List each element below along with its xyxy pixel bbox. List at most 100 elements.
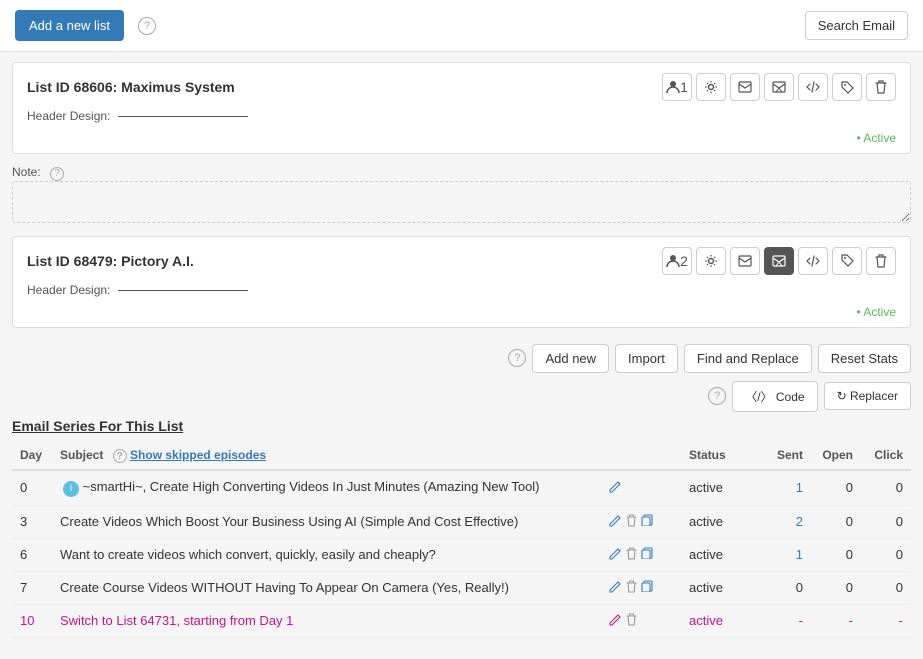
active-badge-1: Active [13,305,910,327]
row-2-open: 0 [811,538,861,571]
code-icon-0[interactable] [798,73,828,101]
add-new-list-button[interactable]: Add a new list [15,10,124,41]
row-2-edit-icon[interactable] [609,547,622,563]
tag-icon-1[interactable] [832,247,862,275]
resetStats-button[interactable]: Reset Stats [818,344,911,373]
envelope-icon-1[interactable] [764,247,794,275]
row-0-day: 0 [12,470,52,505]
row-3-copy-icon[interactable] [641,580,653,595]
row-4-subject-link[interactable]: Switch to List 64731, starting from Day … [60,613,293,628]
row-0-sent-link[interactable]: 1 [796,480,803,495]
row-1-click: 0 [861,505,911,538]
row-2-subject: Want to create videos which convert, qui… [52,538,601,571]
note-label: Note: ? [12,165,64,179]
row-1-copy-icon[interactable] [641,514,653,529]
search-email-button[interactable]: Search Email [805,11,908,40]
trash-icon-0[interactable] [866,73,896,101]
row-3-actions [601,571,681,604]
header-design-1: Header Design: [13,281,910,305]
row-0-edit-icon[interactable] [609,480,622,496]
row-2-delete-icon[interactable] [626,547,637,563]
code-button[interactable]: 〈/〉 Code [732,381,817,412]
row-0-sent[interactable]: 1 [761,470,811,505]
row-1-status: active [681,505,761,538]
row-4-open: - [811,604,861,637]
row-3-open: 0 [811,571,861,604]
top-bar: Add a new list ? Search Email [0,0,923,52]
row-4-actions [601,604,681,637]
tag-icon-0[interactable] [832,73,862,101]
row-0-info-icon[interactable]: i [63,481,79,497]
col-header-actions [601,442,681,471]
gear-icon-0[interactable] [696,73,726,101]
import-button[interactable]: Import [615,344,678,373]
series-title: Email Series For This List [12,418,911,434]
table-header-row: DaySubject ? Show skipped episodes Status… [12,442,911,471]
col-header-day: Day [12,442,52,471]
active-badge-0: Active [13,131,910,153]
row-2-sent[interactable]: 1 [761,538,811,571]
person-icon-0[interactable]: 1 [662,73,692,101]
table-row: 6Want to create videos which convert, qu… [12,538,911,571]
list-title-1: List ID 68479: Pictory A.I. [27,253,194,269]
row-1-sent-link[interactable]: 2 [796,514,803,529]
row-2-actions [601,538,681,571]
col-header-status: Status [681,442,761,471]
row-4-subject: Switch to List 64731, starting from Day … [52,604,601,637]
list-actions-1: 2 [662,247,896,275]
list-header-0: List ID 68606: Maximus System 1 [13,63,910,107]
row-4-delete-icon[interactable] [626,613,637,629]
row-2-sent-link[interactable]: 1 [796,547,803,562]
gear-icon-1[interactable] [696,247,726,275]
row-2-copy-icon[interactable] [641,547,653,562]
replacer-button[interactable]: ↻ Replacer [824,382,911,410]
row-1-sent[interactable]: 2 [761,505,811,538]
findAndReplace-button[interactable]: Find and Replace [684,344,812,373]
trash-icon-1[interactable] [866,247,896,275]
code-icon-1[interactable] [798,247,828,275]
email-icon-0[interactable] [730,73,760,101]
list-header-1: List ID 68479: Pictory A.I. 2 [13,237,910,281]
row-1-delete-icon[interactable] [626,514,637,530]
row-2-day: 6 [12,538,52,571]
note-help-icon[interactable]: ? [50,167,64,181]
table-row: 7Create Course Videos WITHOUT Having To … [12,571,911,604]
row-4-day: 10 [12,604,52,637]
row-0-status: active [681,470,761,505]
row-3-sent: 0 [761,571,811,604]
series-section-1: ? Add newImportFind and ReplaceReset Stat… [12,338,911,638]
row-2-status: active [681,538,761,571]
list-card-0: List ID 68606: Maximus System 1Header De… [12,62,911,154]
row-4-edit-icon[interactable] [609,613,622,629]
row-1-subject: Create Videos Which Boost Your Business … [52,505,601,538]
show-skipped-link[interactable]: Show skipped episodes [130,448,266,462]
row-0-open: 0 [811,470,861,505]
row-4-status: active [681,604,761,637]
series-help-icon-2[interactable]: ? [708,387,726,405]
row-1-edit-icon[interactable] [609,514,622,530]
note-area-0: Note: ? [12,164,911,226]
person-icon-1[interactable]: 2 [662,247,692,275]
row-4-sent: - [761,604,811,637]
help-icon[interactable]: ? [138,17,156,35]
addNew-button[interactable]: Add new [532,344,609,373]
row-3-click: 0 [861,571,911,604]
envelope-icon-0[interactable] [764,73,794,101]
row-3-edit-icon[interactable] [609,580,622,596]
series-help-icon[interactable]: ? [508,349,526,367]
row-1-actions [601,505,681,538]
table-row: 0i ~smartHi~, Create High Converting Vid… [12,470,911,505]
row-3-day: 7 [12,571,52,604]
col-header-subject: Subject ? Show skipped episodes [52,442,601,471]
subject-help-icon[interactable]: ? [113,449,127,463]
row-4-click: - [861,604,911,637]
col-header-open: Open [811,442,861,471]
row-0-actions [601,470,681,505]
row-1-open: 0 [811,505,861,538]
note-input[interactable] [12,181,911,223]
row-3-subject: Create Course Videos WITHOUT Having To A… [52,571,601,604]
row-3-status: active [681,571,761,604]
row-3-delete-icon[interactable] [626,580,637,596]
col-header-sent: Sent [761,442,811,471]
email-icon-1[interactable] [730,247,760,275]
